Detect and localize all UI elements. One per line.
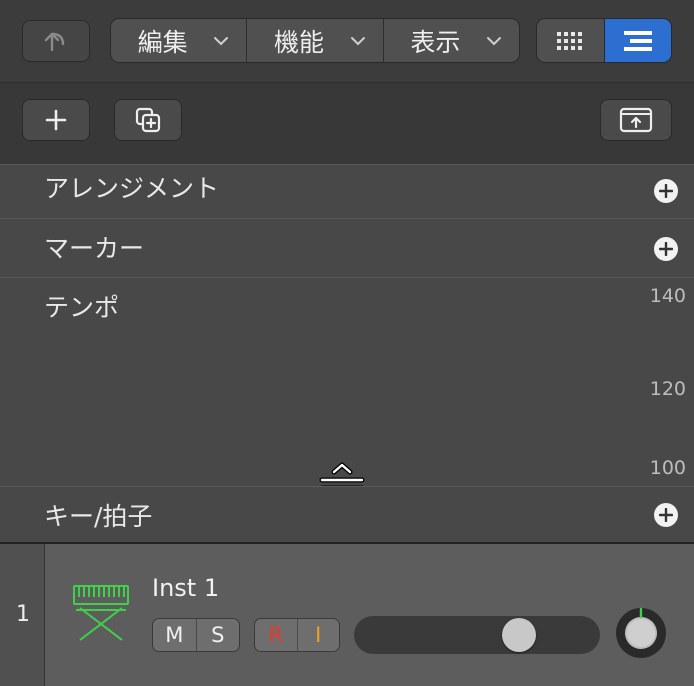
- marker-track[interactable]: マーカー: [0, 218, 694, 277]
- tempo-track[interactable]: テンポ 140 120 100: [0, 277, 694, 486]
- add-arrangement-button[interactable]: [654, 179, 678, 203]
- track-number: 1: [16, 602, 30, 627]
- volume-fader[interactable]: [354, 616, 600, 654]
- tempo-scale-mid: 120: [649, 378, 686, 400]
- upload-tray-icon: [619, 107, 653, 133]
- plus-icon: [659, 242, 673, 256]
- duplicate-icon: [135, 107, 161, 133]
- arrangement-track[interactable]: アレンジメント: [0, 164, 694, 218]
- top-toolbar: 編集 機能 表示: [0, 0, 694, 82]
- keyboard-icon: [73, 585, 129, 641]
- export-button[interactable]: [600, 99, 672, 141]
- pan-knob[interactable]: [614, 606, 668, 660]
- add-track-button[interactable]: [22, 99, 90, 141]
- duplicate-track-button[interactable]: [114, 99, 182, 141]
- list-view-button[interactable]: [604, 19, 671, 62]
- arrangement-track-label: アレンジメント: [44, 174, 220, 203]
- menu-bar: 編集 機能 表示: [110, 18, 520, 63]
- functions-menu[interactable]: 機能: [247, 19, 384, 62]
- tempo-scale-max: 140: [649, 285, 686, 307]
- go-up-button[interactable]: [22, 20, 90, 62]
- add-marker-button[interactable]: [654, 237, 678, 261]
- record-input-group: R I: [254, 618, 340, 652]
- solo-button[interactable]: S: [197, 619, 240, 651]
- plus-icon: [659, 508, 673, 522]
- chevron-down-icon: [350, 37, 365, 46]
- grid-view-button[interactable]: [537, 19, 605, 62]
- view-mode-switch: [536, 18, 672, 63]
- edit-menu-label: 編集: [137, 27, 188, 57]
- tempo-scale-min: 100: [649, 457, 686, 479]
- chevron-down-icon: [214, 37, 229, 46]
- arrow-up-icon: [44, 32, 65, 52]
- mute-solo-group: M S: [152, 618, 240, 652]
- edit-menu[interactable]: 編集: [111, 19, 248, 62]
- view-menu-label: 表示: [410, 27, 461, 57]
- chevron-down-icon: [486, 37, 501, 46]
- list-icon: [623, 30, 652, 51]
- mute-button[interactable]: M: [153, 619, 197, 651]
- add-signature-button[interactable]: [654, 503, 678, 527]
- functions-menu-label: 機能: [273, 27, 324, 57]
- track-name[interactable]: Inst 1: [152, 574, 219, 602]
- volume-fader-knob[interactable]: [501, 618, 536, 652]
- marker-track-label: マーカー: [44, 234, 145, 263]
- track-number-column: 1: [0, 544, 45, 686]
- signature-track-label: キー/拍子: [44, 502, 153, 531]
- signature-track[interactable]: キー/拍子: [0, 486, 694, 542]
- plus-icon: [45, 109, 67, 131]
- view-menu[interactable]: 表示: [384, 19, 519, 62]
- grid-icon: [557, 31, 583, 50]
- plus-icon: [659, 184, 673, 198]
- record-enable-button[interactable]: R: [255, 619, 298, 651]
- track-header[interactable]: 1 Inst 1 M S R I: [0, 542, 694, 686]
- tempo-track-label: テンポ: [44, 293, 120, 322]
- track-toolbar: [0, 82, 694, 164]
- input-monitor-button[interactable]: I: [298, 619, 340, 651]
